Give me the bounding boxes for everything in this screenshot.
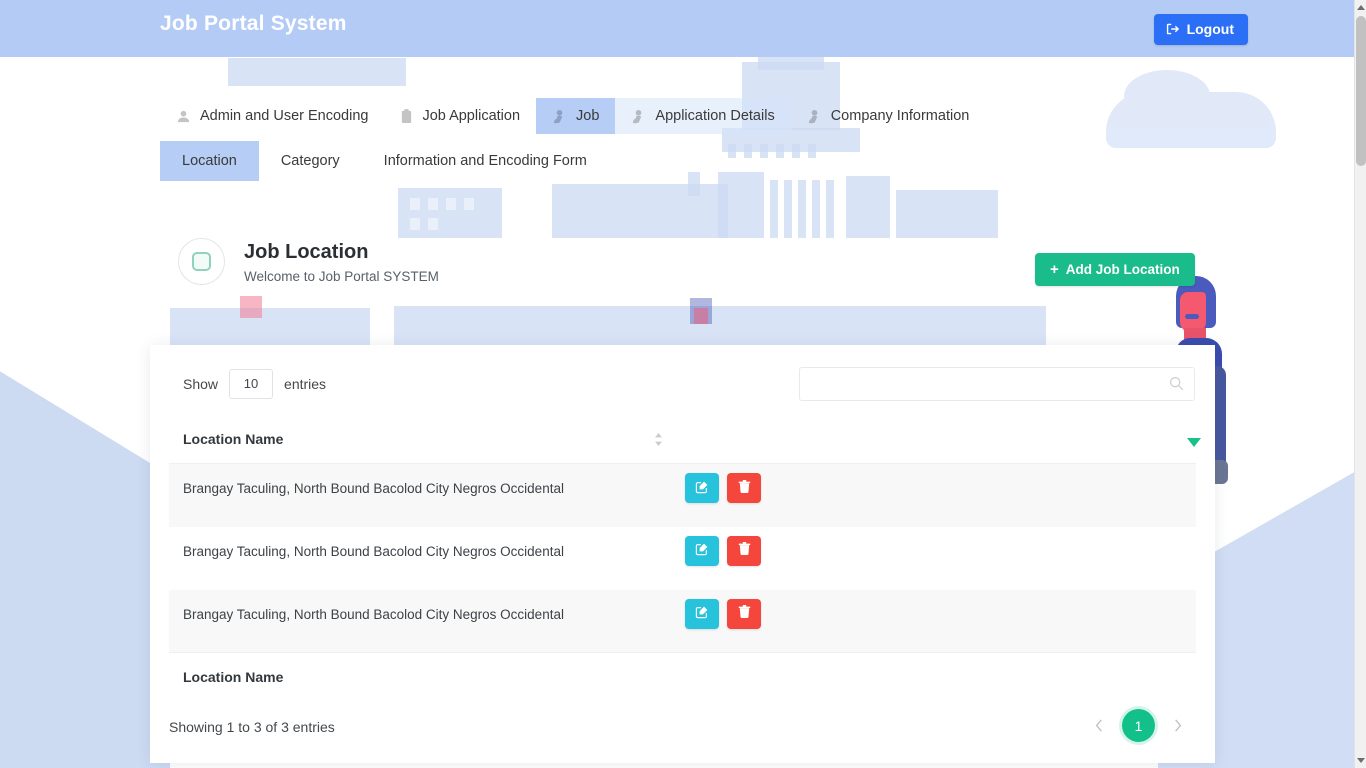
show-label: Show (183, 376, 218, 392)
nav-tab-job[interactable]: Job (536, 98, 615, 134)
page-title: Job Location (244, 239, 439, 266)
trash-icon (738, 605, 751, 622)
sort-updown-icon (654, 433, 663, 449)
app-root: Job Portal System Logout Admin and User … (0, 0, 1366, 768)
caret-down-icon[interactable] (1187, 438, 1201, 447)
nav-tab-application-details[interactable]: Application Details (615, 98, 790, 134)
footer-column-actions (684, 653, 1196, 696)
edit-row-button[interactable] (685, 599, 719, 629)
column-header-actions (684, 421, 1196, 464)
search-input[interactable] (799, 367, 1195, 401)
sub-tab-location[interactable]: Location (160, 141, 259, 181)
page-length-select[interactable]: 10 (229, 369, 273, 399)
table-row[interactable]: Brangay Taculing, North Bound Bacolod Ci… (169, 590, 1196, 653)
page-header: Job Location Welcome to Job Portal SYSTE… (178, 238, 439, 285)
chevron-left-icon[interactable] (1086, 713, 1112, 739)
table-row[interactable]: Brangay Taculing, North Bound Bacolod Ci… (169, 527, 1196, 590)
column-header-location-name[interactable]: Location Name (169, 421, 684, 464)
page-subtitle: Welcome to Job Portal SYSTEM (244, 269, 439, 284)
vertical-scrollbar[interactable] (1354, 0, 1366, 768)
clipboard-icon (400, 109, 413, 124)
datatable-card: Show 10 entries Location Name (150, 345, 1215, 763)
nav-tab-company-information[interactable]: Company Information (791, 98, 986, 134)
trash-icon (738, 480, 751, 497)
cell-actions (684, 464, 1196, 527)
cell-location-name: Brangay Taculing, North Bound Bacolod Ci… (169, 527, 684, 590)
sub-tab-label: Information and Encoding Form (384, 153, 587, 169)
nav-tab-label: Admin and User Encoding (200, 108, 368, 124)
avatar (178, 238, 225, 285)
user-tie-icon (631, 109, 646, 124)
user-admin-icon (176, 109, 191, 124)
nav-tab-label: Company Information (831, 108, 970, 124)
nav-tab-label: Job (576, 108, 599, 124)
table-row[interactable]: Brangay Taculing, North Bound Bacolod Ci… (169, 464, 1196, 527)
entries-label: entries (284, 376, 326, 392)
user-tie-icon (552, 109, 567, 124)
edit-pencil-square-icon (695, 480, 709, 497)
top-header-bar: Job Portal System Logout (0, 0, 1354, 57)
nav-tab-admin-and-user-encoding[interactable]: Admin and User Encoding (160, 98, 384, 134)
background-left-shape (0, 330, 170, 768)
edit-row-button[interactable] (685, 536, 719, 566)
nav-tab-label: Application Details (655, 108, 774, 124)
sign-out-icon (1166, 22, 1180, 36)
table-foot: Location Name (169, 653, 1196, 696)
table-head: Location Name (169, 421, 1196, 464)
scrollbar-thumb[interactable] (1356, 16, 1366, 166)
table-header-row: Location Name (169, 421, 1196, 464)
table-footer-row: Location Name (169, 653, 1196, 696)
sub-nav-tabs: Location Category Information and Encodi… (160, 141, 609, 181)
main-nav-tabs: Admin and User Encoding Job Application … (160, 98, 985, 134)
footer-column-location-name: Location Name (169, 653, 684, 696)
nav-tab-label: Job Application (422, 108, 520, 124)
datatable-toolbar: Show 10 entries (150, 345, 1215, 421)
sub-tab-category[interactable]: Category (259, 141, 362, 181)
square-outline-icon (192, 252, 211, 271)
add-job-location-label: Add Job Location (1066, 262, 1180, 277)
scroll-down-arrow-icon[interactable] (1357, 758, 1365, 763)
table-body: Brangay Taculing, North Bound Bacolod Ci… (169, 464, 1196, 653)
chevron-right-icon[interactable] (1165, 713, 1191, 739)
column-header-label: Location Name (183, 431, 283, 447)
logout-button[interactable]: Logout (1154, 14, 1248, 45)
add-job-location-button[interactable]: + Add Job Location (1035, 253, 1195, 286)
sub-tab-information-and-encoding-form[interactable]: Information and Encoding Form (362, 141, 609, 181)
sub-tab-label: Category (281, 153, 340, 169)
show-entries-control: Show 10 entries (183, 369, 326, 399)
delete-row-button[interactable] (727, 599, 761, 629)
pagination: 1 (1086, 709, 1191, 742)
datatable-footer: Showing 1 to 3 of 3 entries 1 (150, 695, 1215, 767)
cell-location-name: Brangay Taculing, North Bound Bacolod Ci… (169, 464, 684, 527)
trash-icon (738, 542, 751, 559)
sub-tab-label: Location (182, 153, 237, 169)
plus-icon: + (1050, 262, 1059, 277)
cell-actions (684, 590, 1196, 653)
delete-row-button[interactable] (727, 536, 761, 566)
edit-pencil-square-icon (695, 605, 709, 622)
logout-label: Logout (1187, 21, 1234, 37)
background-city-skyline (0, 40, 1230, 340)
showing-entries-text: Showing 1 to 3 of 3 entries (169, 719, 335, 735)
search-box (799, 367, 1195, 401)
user-tie-icon (807, 109, 822, 124)
app-title: Job Portal System (160, 12, 347, 36)
pagination-page-1[interactable]: 1 (1122, 709, 1155, 742)
cell-location-name: Brangay Taculing, North Bound Bacolod Ci… (169, 590, 684, 653)
delete-row-button[interactable] (727, 473, 761, 503)
cell-actions (684, 527, 1196, 590)
edit-row-button[interactable] (685, 473, 719, 503)
scroll-up-arrow-icon[interactable] (1357, 5, 1365, 10)
edit-pencil-square-icon (695, 542, 709, 559)
locations-table: Location Name Brangay Taculing, North Bo… (169, 421, 1196, 695)
search-icon (1169, 376, 1184, 396)
nav-tab-job-application[interactable]: Job Application (384, 98, 536, 134)
